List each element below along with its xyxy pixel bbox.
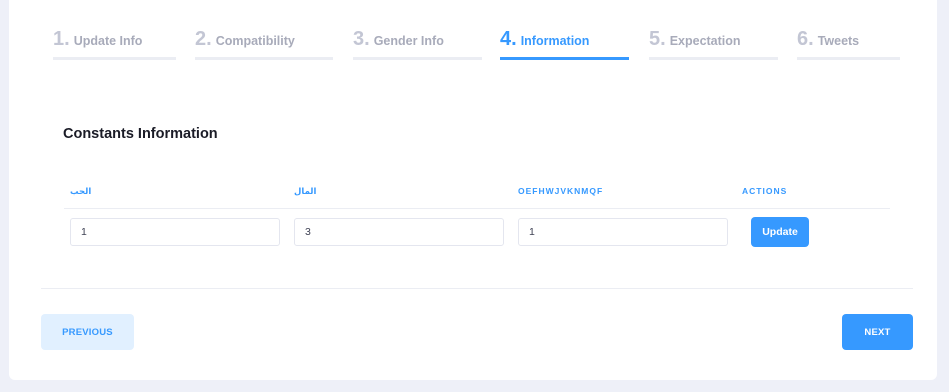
code-input[interactable] [518, 218, 728, 246]
wizard-card: 1. Update Info 2. Compatibility 3. Gende… [9, 0, 937, 380]
step-label: Gender Info [373, 34, 444, 48]
column-header-actions: ACTIONS [742, 186, 788, 196]
step-number: 6. [797, 28, 814, 50]
column-header-code: OEFHWJVKNMQF [518, 186, 604, 196]
update-button[interactable]: Update [751, 217, 809, 247]
column-header-money: المال [294, 186, 317, 196]
step-expectation[interactable]: 5. Expectation [649, 28, 778, 60]
step-label: Tweets [817, 34, 860, 48]
step-label: Compatibility [215, 34, 295, 48]
step-label: Expectation [669, 34, 741, 48]
previous-button[interactable]: PREVIOUS [41, 314, 134, 350]
love-input[interactable] [70, 218, 280, 246]
money-input[interactable] [294, 218, 504, 246]
step-label: Information [520, 34, 590, 48]
step-number: 3. [353, 28, 370, 50]
step-label: Update Info [73, 34, 143, 48]
step-update-info[interactable]: 1. Update Info [53, 28, 176, 60]
step-compatibility[interactable]: 2. Compatibility [195, 28, 333, 60]
step-number: 5. [649, 28, 666, 50]
next-button[interactable]: NEXT [842, 314, 913, 350]
step-tweets[interactable]: 6. Tweets [797, 28, 900, 60]
step-information[interactable]: 4. Information [500, 28, 629, 60]
step-number: 4. [500, 28, 517, 50]
header-divider [64, 208, 890, 209]
step-number: 1. [53, 28, 70, 50]
footer-divider [41, 288, 913, 289]
column-header-love: الحب [70, 186, 92, 196]
step-number: 2. [195, 28, 212, 50]
step-gender-info[interactable]: 3. Gender Info [353, 28, 482, 60]
section-title: Constants Information [63, 126, 218, 142]
